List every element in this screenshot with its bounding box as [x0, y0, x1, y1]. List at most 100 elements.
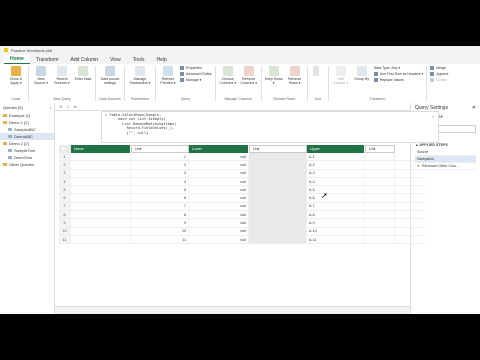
- table-row[interactable]: 4 4 null A-4: [59, 177, 425, 187]
- table-row[interactable]: 8 8 null A-8: [59, 211, 425, 220]
- lower-cell[interactable]: null: [189, 235, 249, 244]
- unit-cell-3[interactable]: [365, 194, 395, 202]
- row-number[interactable]: 5: [59, 186, 71, 194]
- recent-sources-button[interactable]: Recent Sources ▾: [53, 66, 71, 85]
- split-column-button[interactable]: Split Column ▾: [332, 66, 350, 85]
- row-number[interactable]: 11: [59, 235, 71, 244]
- tab-tools[interactable]: Tools: [127, 56, 151, 64]
- column-header-upper[interactable]: Upper: [307, 145, 365, 153]
- column-header-unit-1[interactable]: Unit: [131, 145, 189, 153]
- unit-cell-2[interactable]: [249, 169, 307, 177]
- unit-cell[interactable]: 11: [131, 235, 189, 244]
- upper-cell[interactable]: A-9: [307, 219, 365, 227]
- table-row[interactable]: 11 11 null A-11: [59, 235, 425, 245]
- lower-cell[interactable]: null: [189, 219, 249, 227]
- upper-cell[interactable]: A-6: [307, 194, 365, 202]
- unit-cell-2[interactable]: [249, 177, 307, 186]
- name-cell[interactable]: [71, 194, 131, 202]
- unit-cell-3[interactable]: [365, 211, 395, 219]
- column-header-lower[interactable]: Lower: [189, 145, 249, 153]
- row-number[interactable]: 6: [59, 194, 71, 202]
- tab-help[interactable]: Help: [150, 56, 172, 64]
- table-row[interactable]: 5 5 null A-5: [59, 186, 425, 195]
- unit-cell[interactable]: 10: [131, 227, 189, 235]
- name-cell[interactable]: [71, 211, 131, 219]
- query-item-sampleabc[interactable]: SampleABC: [0, 126, 54, 133]
- query-item-sampletom[interactable]: SampleTom: [0, 147, 54, 154]
- properties-button[interactable]: Properties: [180, 66, 212, 70]
- name-cell[interactable]: [71, 219, 131, 227]
- lower-cell[interactable]: null: [189, 186, 249, 194]
- combine-files-button[interactable]: Combi: [430, 78, 448, 82]
- merge-queries-button[interactable]: Merge: [430, 66, 448, 70]
- upper-cell[interactable]: A-7: [307, 202, 365, 211]
- unit-cell-2[interactable]: [249, 186, 307, 194]
- unit-cell-3[interactable]: [365, 219, 395, 227]
- unit-cell-3[interactable]: [365, 186, 395, 194]
- name-cell[interactable]: [71, 227, 131, 235]
- sort-button[interactable]: [311, 66, 321, 77]
- manage-parameters-button[interactable]: Manage Parameters ▾: [128, 66, 152, 85]
- lower-cell[interactable]: null: [189, 169, 249, 177]
- tab-transform[interactable]: Transform: [30, 56, 65, 64]
- refresh-preview-button[interactable]: Refresh Preview ▾: [159, 66, 177, 85]
- column-header-unit-3[interactable]: Unit: [365, 145, 395, 153]
- tab-view[interactable]: View: [104, 56, 127, 64]
- unit-cell-3[interactable]: [365, 177, 395, 186]
- lower-cell[interactable]: null: [189, 202, 249, 211]
- query-item-demoabc[interactable]: DemoABC: [0, 133, 54, 140]
- confirm-icon[interactable]: ✓: [66, 104, 69, 109]
- table-row[interactable]: 7 7 null A-7: [59, 202, 425, 212]
- upper-cell[interactable]: A-2: [307, 161, 365, 169]
- cancel-icon[interactable]: ✕: [59, 104, 62, 109]
- name-cell[interactable]: [71, 186, 131, 194]
- use-first-row-button[interactable]: Use First Row as Headers ▾: [373, 72, 423, 76]
- table-menu-icon[interactable]: ▦: [59, 145, 71, 153]
- lower-cell[interactable]: null: [189, 194, 249, 202]
- name-cell[interactable]: [71, 177, 131, 186]
- unit-cell[interactable]: 3: [131, 169, 189, 177]
- row-number[interactable]: 2: [59, 161, 71, 169]
- upper-cell[interactable]: A-1: [307, 153, 365, 161]
- unit-cell[interactable]: 1: [131, 153, 189, 161]
- data-source-settings-button[interactable]: Data source settings: [99, 66, 121, 85]
- row-number[interactable]: 8: [59, 211, 71, 219]
- unit-cell-3[interactable]: [365, 169, 395, 177]
- new-source-button[interactable]: New Source ▾: [32, 66, 50, 85]
- unit-cell-2[interactable]: [249, 227, 307, 235]
- query-group-demo-1[interactable]: Demo 1 [2]: [0, 119, 54, 126]
- row-number[interactable]: 3: [59, 169, 71, 177]
- remove-columns-button[interactable]: Remove Columns ▾: [240, 66, 258, 85]
- query-group-other[interactable]: Other Queries: [0, 161, 54, 168]
- column-header-name[interactable]: Name: [71, 145, 131, 153]
- row-number[interactable]: 4: [59, 177, 71, 186]
- upper-cell[interactable]: A-11: [307, 235, 365, 244]
- expand-formula-icon[interactable]: ⌄: [432, 113, 434, 118]
- unit-cell[interactable]: 2: [131, 161, 189, 169]
- query-group-example[interactable]: Example [1]: [0, 112, 54, 119]
- group-by-button[interactable]: Group By: [353, 66, 371, 81]
- name-cell[interactable]: [71, 202, 131, 211]
- table-row[interactable]: 10 10 null A-10: [59, 227, 425, 236]
- remove-rows-button[interactable]: Remove Rows ▾: [286, 66, 304, 85]
- choose-columns-button[interactable]: Choose Columns ▾: [219, 66, 237, 85]
- table-row[interactable]: 1 1 null A-1: [59, 153, 425, 162]
- unit-cell[interactable]: 6: [131, 194, 189, 202]
- lower-cell[interactable]: null: [189, 161, 249, 169]
- enter-data-button[interactable]: Enter Data: [74, 66, 92, 81]
- name-cell[interactable]: [71, 161, 131, 169]
- name-cell[interactable]: [71, 169, 131, 177]
- unit-cell-3[interactable]: [365, 153, 395, 161]
- lower-cell[interactable]: null: [189, 153, 249, 161]
- upper-cell[interactable]: A-3: [307, 169, 365, 177]
- formula-editor[interactable]: = Table.SelectRows(Sample, each not List…: [101, 111, 439, 143]
- row-number[interactable]: 1: [59, 153, 71, 161]
- unit-cell[interactable]: 7: [131, 202, 189, 211]
- unit-cell-2[interactable]: [249, 211, 307, 219]
- keep-rows-button[interactable]: Keep Rows ▾: [265, 66, 283, 85]
- unit-cell-2[interactable]: [249, 219, 307, 227]
- unit-cell-3[interactable]: [365, 161, 395, 169]
- replace-values-button[interactable]: Replace Values: [373, 78, 424, 82]
- unit-cell-2[interactable]: [249, 235, 307, 244]
- collapse-icon[interactable]: ‹: [50, 105, 51, 110]
